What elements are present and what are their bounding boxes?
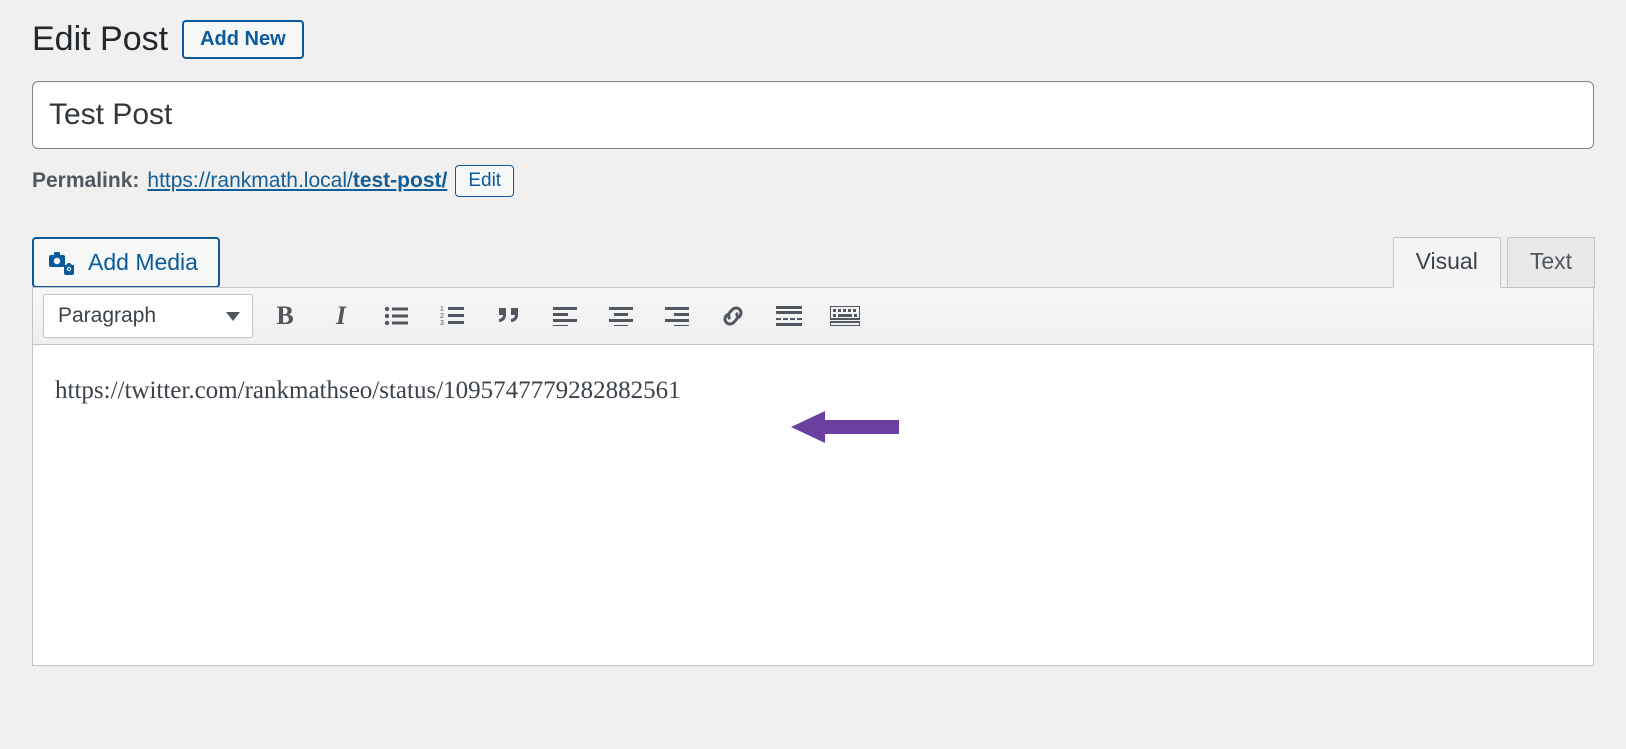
editor-content-text: https://twitter.com/rankmathseo/status/1… bbox=[55, 373, 1571, 408]
align-center-icon bbox=[609, 306, 633, 326]
page-header: Edit Post Add New bbox=[32, 20, 1594, 59]
insert-more-button[interactable] bbox=[765, 294, 813, 338]
editor-toolbar: Paragraph B I 1 2 bbox=[33, 288, 1593, 345]
link-icon bbox=[720, 303, 746, 329]
bullet-list-icon bbox=[384, 305, 410, 327]
numbered-list-icon: 1 2 3 bbox=[440, 305, 466, 327]
format-select[interactable]: Paragraph bbox=[43, 294, 253, 338]
post-title-input[interactable] bbox=[32, 81, 1594, 149]
bold-icon: B bbox=[276, 301, 293, 331]
align-center-button[interactable] bbox=[597, 294, 645, 338]
align-right-button[interactable] bbox=[653, 294, 701, 338]
add-new-button[interactable]: Add New bbox=[182, 20, 304, 59]
align-left-icon bbox=[553, 306, 577, 326]
add-media-button[interactable]: Add Media bbox=[32, 237, 220, 288]
permalink-base: https://rankmath.local/ bbox=[147, 169, 352, 192]
tab-text[interactable]: Text bbox=[1507, 237, 1595, 288]
permalink-label: Permalink: bbox=[32, 169, 139, 193]
permalink-slug: test-post/ bbox=[353, 169, 448, 192]
keyboard-icon bbox=[830, 306, 860, 326]
page-title: Edit Post bbox=[32, 20, 168, 59]
toolbar-toggle-button[interactable] bbox=[821, 294, 869, 338]
italic-icon: I bbox=[336, 301, 346, 331]
editor-wrap: Paragraph B I 1 2 bbox=[32, 287, 1594, 666]
tab-visual[interactable]: Visual bbox=[1393, 237, 1501, 288]
editor-top-row: Add Media Visual Text bbox=[32, 237, 1594, 288]
bold-button[interactable]: B bbox=[261, 294, 309, 338]
bullet-list-button[interactable] bbox=[373, 294, 421, 338]
svg-text:1: 1 bbox=[440, 306, 444, 313]
chevron-down-icon bbox=[226, 312, 240, 321]
annotation-arrow-icon bbox=[791, 407, 901, 454]
svg-text:3: 3 bbox=[440, 320, 444, 327]
format-select-label: Paragraph bbox=[58, 304, 156, 328]
permalink-row: Permalink: https://rankmath.local/test-p… bbox=[32, 165, 1594, 197]
numbered-list-button[interactable]: 1 2 3 bbox=[429, 294, 477, 338]
read-more-icon bbox=[776, 306, 802, 326]
editor-tabs: Visual Text bbox=[1393, 237, 1595, 288]
editor-content-area[interactable]: https://twitter.com/rankmathseo/status/1… bbox=[33, 345, 1593, 665]
add-media-label: Add Media bbox=[88, 249, 198, 276]
italic-button[interactable]: I bbox=[317, 294, 365, 338]
edit-permalink-button[interactable]: Edit bbox=[455, 165, 514, 197]
align-right-icon bbox=[665, 306, 689, 326]
insert-link-button[interactable] bbox=[709, 294, 757, 338]
svg-text:2: 2 bbox=[440, 313, 444, 320]
align-left-button[interactable] bbox=[541, 294, 589, 338]
blockquote-button[interactable] bbox=[485, 294, 533, 338]
permalink-link[interactable]: https://rankmath.local/test-post/ bbox=[147, 169, 447, 193]
quote-icon bbox=[496, 306, 522, 326]
camera-media-icon bbox=[48, 251, 76, 275]
